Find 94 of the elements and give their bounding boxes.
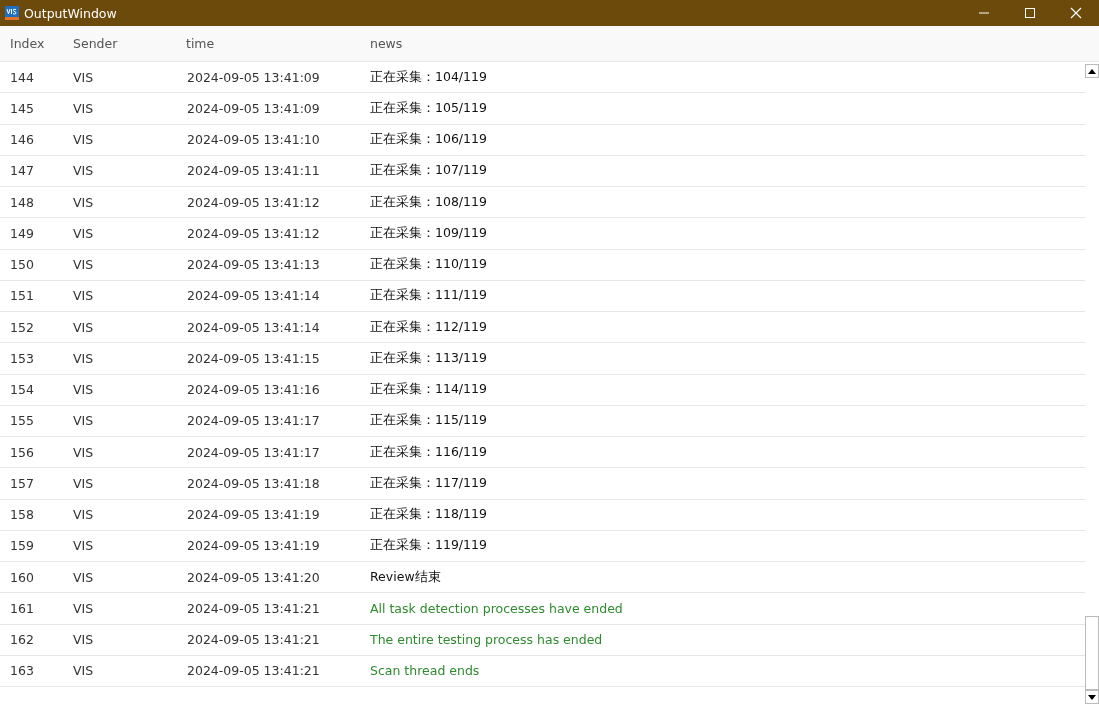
table-cell-text: VIS <box>72 350 94 366</box>
table-cell-text: All task detection processes have ended <box>369 600 623 616</box>
table-cell-text: 正在采集：112/119 <box>369 318 487 336</box>
column-header[interactable]: news <box>360 36 403 51</box>
table-cell-text: 正在采集：111/119 <box>369 287 487 305</box>
table-cell-text: 154 <box>9 382 34 398</box>
table-cell-text: 2024-09-05 13:41:18 <box>186 475 320 491</box>
triangle-down-icon <box>1088 694 1096 700</box>
table-cell-text: VIS <box>72 288 94 304</box>
table-cell-text: 正在采集：116/119 <box>369 443 487 461</box>
table-cell-text: 2024-09-05 13:41:21 <box>186 600 320 616</box>
table-cell-text: 正在采集：108/119 <box>369 193 487 211</box>
table-cell-text: 162 <box>9 632 34 648</box>
table-cell-text: 2024-09-05 13:41:09 <box>186 100 320 116</box>
table-cell-text: 2024-09-05 13:41:20 <box>186 569 320 585</box>
table-cell-text: 2024-09-05 13:41:16 <box>186 382 320 398</box>
table-cell-text: VIS <box>72 632 94 648</box>
table-cell-text: 2024-09-05 13:41:19 <box>186 507 320 523</box>
scrollbar-thumb[interactable] <box>1085 616 1099 690</box>
table-cell-text: 2024-09-05 13:41:14 <box>186 319 320 335</box>
table-cell-text: VIS <box>72 100 94 116</box>
table-cell-text: 正在采集：105/119 <box>369 99 487 117</box>
table-cell-text: 157 <box>9 475 34 491</box>
table-cell-text: 正在采集：115/119 <box>369 412 487 430</box>
table-cell-text: 155 <box>9 413 34 429</box>
table-cell-text: VIS <box>72 69 94 85</box>
table-cell-text: 正在采集：104/119 <box>369 68 487 86</box>
table-cell-text: 2024-09-05 13:41:10 <box>186 132 320 148</box>
table-cell-text: 正在采集：107/119 <box>369 162 487 180</box>
scroll-up-button[interactable] <box>1085 64 1099 78</box>
table-cell-text: 156 <box>9 444 34 460</box>
table-cell-text: 2024-09-05 13:41:13 <box>186 257 320 273</box>
table-cell-text: 2024-09-05 13:41:21 <box>186 663 320 679</box>
table-cell-text: 2024-09-05 13:41:11 <box>186 163 320 179</box>
table-cell-text: 2024-09-05 13:41:17 <box>186 444 320 460</box>
table-cell-text: 2024-09-05 13:41:19 <box>186 538 320 554</box>
table-cell-text: VIS <box>72 319 94 335</box>
table-cell-text: 2024-09-05 13:41:12 <box>186 194 320 210</box>
column-header[interactable]: Index <box>0 36 45 51</box>
table-cell-text: 2024-09-05 13:41:14 <box>186 288 320 304</box>
table-cell-text: The entire testing process has ended <box>369 632 603 648</box>
table-cell-text: 159 <box>9 538 34 554</box>
table-cell-text: 145 <box>9 100 34 116</box>
table-cell-text: 2024-09-05 13:41:12 <box>186 225 320 241</box>
table-cell-text: 2024-09-05 13:41:15 <box>186 350 320 366</box>
window-title: OutputWindow <box>24 5 117 21</box>
table-cell-text: Scan thread ends <box>369 663 480 679</box>
table-cell-text: 146 <box>9 132 34 148</box>
triangle-up-icon <box>1088 68 1096 74</box>
table-cell-text: VIS <box>72 163 94 179</box>
table-cell-text: 正在采集：110/119 <box>369 256 487 274</box>
table-cell-text: 160 <box>9 569 34 585</box>
table-cell-text: VIS <box>72 475 94 491</box>
table-cell-text: 2024-09-05 13:41:17 <box>186 413 320 429</box>
table-cell-text: 正在采集：117/119 <box>369 474 487 492</box>
column-header[interactable]: time <box>174 36 215 51</box>
table-cell-text: VIS <box>72 600 94 616</box>
table-cell-text: 147 <box>9 163 34 179</box>
scrollbar[interactable] <box>1085 64 1099 704</box>
table-cell-text: 158 <box>9 507 34 523</box>
table-cell-text: 161 <box>9 600 34 616</box>
table-cell-text: VIS <box>72 538 94 554</box>
table-cell-text: VIS <box>72 382 94 398</box>
table-cell-text: 2024-09-05 13:41:21 <box>186 632 320 648</box>
table-cell-text: 151 <box>9 288 34 304</box>
table-cell-text: 正在采集：118/119 <box>369 506 487 524</box>
table-cell-text: 153 <box>9 350 34 366</box>
table-cell-text: 2024-09-05 13:41:09 <box>186 69 320 85</box>
maximize-icon <box>1024 7 1036 19</box>
app-icon <box>5 6 19 20</box>
column-header[interactable]: Sender <box>62 36 118 51</box>
table-cell-text: VIS <box>72 507 94 523</box>
table-cell-text: 148 <box>9 194 34 210</box>
table-cell-text: VIS <box>72 569 94 585</box>
table-cell-text: VIS <box>72 444 94 460</box>
table-cell-text: 150 <box>9 257 34 273</box>
table-cell-text: 正在采集：106/119 <box>369 131 487 149</box>
table-cell-text: 正在采集：109/119 <box>369 224 487 242</box>
table-cell-text: 149 <box>9 225 34 241</box>
table-cell-text: 正在采集：114/119 <box>369 381 487 399</box>
table-cell-text: 正在采集：113/119 <box>369 349 487 367</box>
close-icon <box>1070 7 1082 19</box>
table-cell-text: 152 <box>9 319 34 335</box>
table-cell-text: VIS <box>72 194 94 210</box>
table-cell-text: VIS <box>72 132 94 148</box>
table-cell-text: 163 <box>9 663 34 679</box>
table-cell-text: VIS <box>72 225 94 241</box>
table-cell-text: 144 <box>9 69 34 85</box>
table-cell-text: VIS <box>72 663 94 679</box>
scroll-down-button[interactable] <box>1085 690 1099 704</box>
table-cell-text: VIS <box>72 413 94 429</box>
table-cell-text: Review结束 <box>369 568 441 586</box>
table-cell-text: 正在采集：119/119 <box>369 537 487 555</box>
table-cell-text: VIS <box>72 257 94 273</box>
